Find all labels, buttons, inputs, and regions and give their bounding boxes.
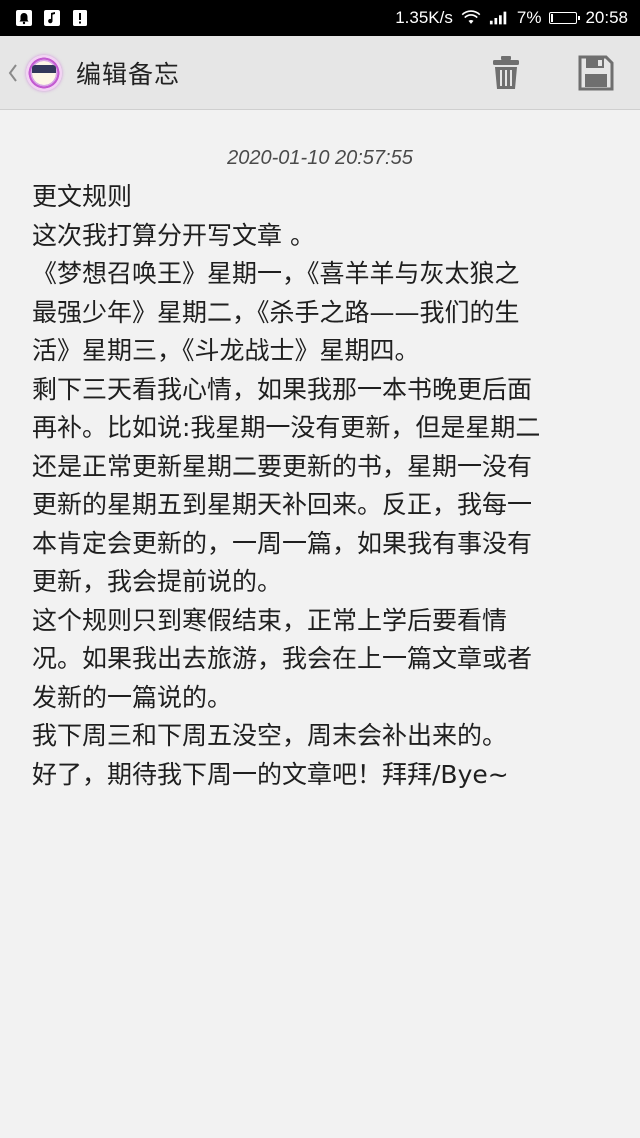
note-line: 剩下三天看我心情，如果我那一本书晚更后面 bbox=[32, 374, 533, 404]
signal-icon bbox=[489, 8, 509, 28]
note-line: 还是正常更新星期二要更新的书，星期一没有 bbox=[32, 451, 533, 481]
note-line: 我下周三和下周五没空，周末会补出来的。 bbox=[32, 721, 508, 750]
status-bar: 1.35K/s 7% 20:58 bbox=[0, 0, 640, 36]
trash-icon bbox=[493, 55, 519, 89]
save-button[interactable] bbox=[576, 53, 616, 93]
app-logo bbox=[26, 54, 62, 91]
app-logo-band bbox=[32, 64, 56, 73]
note-line: 更新的星期五到星期天补回来。反正，我每一 bbox=[32, 490, 533, 519]
battery-percent: 7% bbox=[516, 8, 542, 27]
note-line: 活》星期三，《斗龙战士》星期四。 bbox=[32, 336, 420, 365]
alert-icon bbox=[70, 8, 90, 28]
note-line: 这个规则只到寒假结束，正常上学后要看情 bbox=[32, 605, 508, 635]
battery-icon bbox=[549, 12, 581, 24]
page-title: 编辑备忘 bbox=[76, 59, 181, 89]
wifi-icon bbox=[461, 8, 481, 28]
note-line: 更文规则 bbox=[32, 182, 133, 211]
status-left-icons bbox=[14, 8, 90, 28]
note-line: 《梦想召唤王》星期一，《喜羊羊与灰太狼之 bbox=[32, 259, 520, 288]
note-line: 本肯定会更新的，一周一篇，如果我有事没有 bbox=[32, 528, 533, 558]
status-right: 1.35K/s 7% 20:58 bbox=[395, 8, 628, 28]
delete-button[interactable] bbox=[486, 53, 526, 93]
network-speed: 1.35K/s bbox=[395, 8, 453, 27]
note-line: 发新的一篇说的。 bbox=[32, 682, 233, 712]
music-icon bbox=[42, 8, 62, 28]
back-button[interactable] bbox=[2, 36, 24, 110]
note-line: 好了，期待我下周一的文章吧！拜拜/Bye~ bbox=[32, 759, 509, 789]
note-line: 最强少年》星期二，《杀手之路——我们的生 bbox=[32, 297, 520, 327]
note-timestamp: 2020-01-10 20:57:55 bbox=[227, 147, 413, 169]
note-editor[interactable]: 2020-01-10 20:57:55 更文规则这次我打算分开写文章 。《梦想召… bbox=[0, 110, 640, 1138]
note-line: 再补。比如说:我星期一没有更新，但是星期二 bbox=[32, 413, 541, 442]
app-actions bbox=[486, 53, 616, 93]
note-line: 这次我打算分开写文章 。 bbox=[32, 220, 315, 250]
save-icon bbox=[578, 55, 614, 90]
note-text-area[interactable]: 更文规则这次我打算分开写文章 。《梦想召唤王》星期一，《喜羊羊与灰太狼之 最强少年… bbox=[32, 178, 612, 794]
back-icon bbox=[8, 63, 17, 82]
clock: 20:58 bbox=[585, 8, 628, 27]
battery-level bbox=[551, 14, 554, 22]
note-line: 况。如果我出去旅游，我会在上一篇文章或者 bbox=[32, 644, 533, 673]
alarm-icon bbox=[14, 8, 34, 28]
note-line: 更新，我会提前说的。 bbox=[32, 567, 283, 596]
app-bar: 编辑备忘 bbox=[0, 36, 640, 110]
